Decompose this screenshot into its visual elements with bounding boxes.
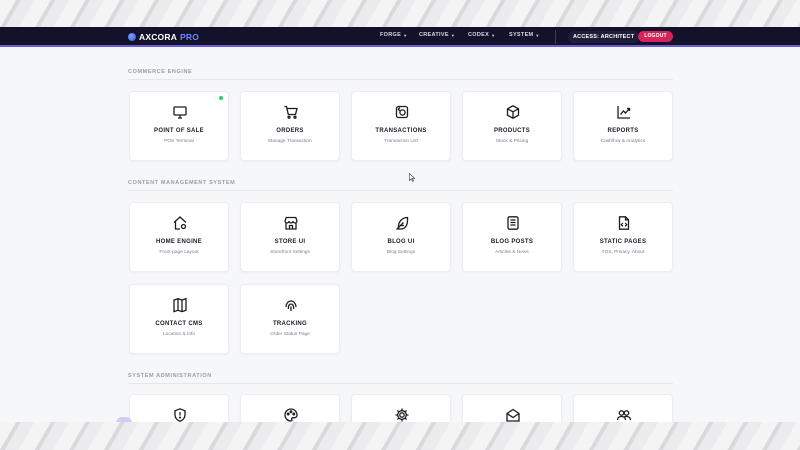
section-title-admin: SYSTEM ADMINISTRATION [128, 373, 212, 379]
background-decoration-bottom [0, 422, 800, 450]
trend-chart-icon [616, 104, 632, 120]
card-static-pages[interactable]: STATIC PAGES TOS, Privacy, About [573, 202, 673, 272]
card-subtitle: Blog Settings [386, 250, 416, 255]
brand-name: AXCORA [139, 32, 178, 42]
card-products[interactable]: PRODUCTS Stock & Pricing [462, 91, 562, 161]
card-blog-posts[interactable]: BLOG POSTS Articles & News [462, 202, 562, 272]
card-subtitle: Cashflow & Analytics [600, 139, 646, 144]
caret-down-icon: ▼ [403, 32, 408, 38]
monitor-icon [172, 104, 188, 120]
users-icon [616, 407, 632, 422]
map-icon [172, 297, 188, 313]
palette-icon [283, 407, 299, 422]
nav-forge-menu[interactable]: FORGE ▼ [380, 32, 407, 38]
home-gear-icon [172, 215, 188, 231]
card-admin-users[interactable] [573, 394, 673, 422]
card-admin-security[interactable] [129, 394, 229, 422]
brand-suffix: PRO [180, 32, 200, 42]
card-admin-settings[interactable] [351, 394, 451, 422]
feather-icon [394, 215, 410, 231]
document-icon [505, 215, 521, 231]
card-subtitle: Stock & Pricing [495, 139, 529, 144]
card-subtitle: Location & Info [162, 332, 195, 337]
card-subtitle: Storefront Settings [270, 250, 310, 255]
caret-down-icon: ▼ [535, 32, 540, 38]
card-home-engine[interactable]: HOME ENGINE Front-page Layout [129, 202, 229, 272]
shield-icon [172, 407, 188, 422]
card-title: PRODUCTS [493, 128, 531, 134]
card-title: TRACKING [272, 321, 308, 327]
section-title-cms: CONTENT MANAGEMENT SYSTEM [128, 180, 236, 186]
card-admin-mail[interactable] [462, 394, 562, 422]
card-transactions[interactable]: TRANSACTIONS Transaction List [351, 91, 451, 161]
brand-dot-icon [128, 33, 136, 41]
box-icon [505, 104, 521, 120]
section-divider [128, 190, 673, 191]
nav-codex-label: CODEX [468, 32, 490, 38]
card-title: REPORTS [607, 128, 639, 134]
code-file-icon [616, 215, 632, 231]
card-subtitle: Articles & News [495, 250, 529, 255]
card-subtitle: Order Status Page [270, 332, 310, 337]
section-divider [128, 383, 673, 384]
card-blog-ui[interactable]: BLOG UI Blog Settings [351, 202, 451, 272]
card-title: CONTACT CMS [155, 321, 203, 327]
card-contact-cms[interactable]: CONTACT CMS Location & Info [129, 284, 229, 354]
caret-down-icon: ▼ [450, 32, 456, 38]
caret-down-icon: ▼ [491, 32, 496, 38]
card-subtitle: Manage Transaction [268, 139, 312, 144]
card-subtitle: TOS, Privacy, About [601, 250, 645, 255]
card-admin-theme[interactable] [240, 394, 340, 422]
fingerprint-icon [283, 297, 299, 313]
card-subtitle: Front-page Layout [159, 250, 199, 255]
background-decoration-top [0, 0, 800, 27]
section-title-commerce: COMMERCE ENGINE [128, 69, 193, 75]
section-divider [128, 79, 673, 80]
card-title: POINT OF SALE [154, 128, 204, 134]
money-exchange-icon [394, 104, 410, 120]
card-title: ORDERS [276, 128, 304, 134]
top-navbar: AXCORA PRO FORGE ▼ CREATIVE ▼ CODEX ▼ SYSTE… [0, 27, 800, 47]
card-tracking[interactable]: TRACKING Order Status Page [240, 284, 340, 354]
card-title: STORE UI [274, 239, 306, 245]
app-window: AXCORA PRO FORGE ▼ CREATIVE ▼ CODEX ▼ SYSTE… [0, 27, 800, 422]
nav-divider [555, 30, 556, 44]
cart-icon [283, 104, 299, 120]
nav-creative-label: CREATIVE [419, 32, 449, 38]
nav-system-menu[interactable]: SYSTEM ▼ [509, 32, 540, 38]
mail-icon [505, 407, 521, 422]
gear-icon [394, 407, 410, 422]
card-title: BLOG UI [387, 239, 415, 245]
online-status-dot [219, 96, 223, 100]
card-title: TRANSACTIONS [375, 128, 427, 134]
nav-creative-menu[interactable]: CREATIVE ▼ [419, 32, 455, 38]
card-title: BLOG POSTS [490, 239, 534, 245]
card-point-of-sale[interactable]: POINT OF SALE POS Terminal [129, 91, 229, 161]
card-store-ui[interactable]: STORE UI Storefront Settings [240, 202, 340, 272]
card-subtitle: POS Terminal [164, 139, 194, 144]
nav-system-label: SYSTEM [509, 32, 534, 38]
nav-codex-menu[interactable]: CODEX ▼ [468, 32, 495, 38]
access-badge: ACCESS: ARCHITECT [568, 31, 640, 43]
card-orders[interactable]: ORDERS Manage Transaction [240, 91, 340, 161]
card-title: STATIC PAGES [599, 239, 647, 245]
card-title: HOME ENGINE [156, 239, 202, 245]
card-subtitle: Transaction List [384, 139, 418, 144]
mouse-cursor-icon [409, 169, 416, 182]
brand-logo[interactable]: AXCORA PRO [128, 31, 199, 43]
card-reports[interactable]: REPORTS Cashflow & Analytics [573, 91, 673, 161]
logout-button[interactable]: LOGOUT [638, 31, 673, 42]
nav-forge-label: FORGE [380, 32, 402, 38]
store-icon [283, 215, 299, 231]
